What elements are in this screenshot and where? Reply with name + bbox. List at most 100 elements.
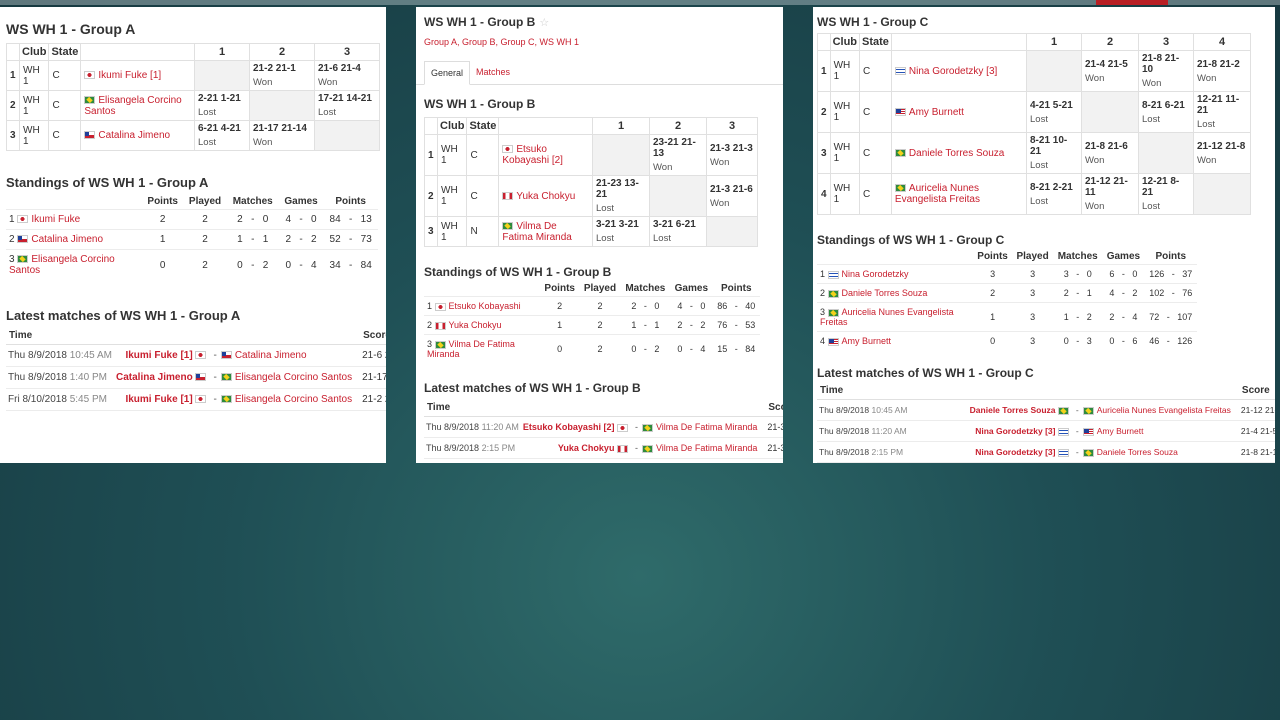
group-c-col-3: 3	[1138, 33, 1194, 51]
result-cell[interactable]: 8-21 10-21 Lost	[1026, 132, 1082, 174]
standing-played: 2	[579, 296, 621, 316]
winner-link[interactable]: Ikumi Fuke [1]	[125, 394, 192, 405]
result-cell[interactable]: 3-21 3-21 Lost	[592, 216, 650, 247]
opponent-link[interactable]: Elisangela Corcino Santos	[235, 372, 352, 383]
player-link[interactable]: Ikumi Fuke	[31, 214, 80, 225]
player-link[interactable]: Nina Gorodetzky [3]	[909, 66, 997, 77]
player-link[interactable]: Nina Gorodetzky	[842, 269, 909, 279]
result-cell[interactable]: 21-8 21-2 Won	[1193, 50, 1251, 92]
tab-general[interactable]: General	[424, 61, 471, 85]
group-a-st-played: Played	[188, 196, 222, 207]
match-row[interactable]: Thu 8/9/2018 2:15 PMAuricelia Nunes Evan…	[817, 462, 1275, 463]
player-link[interactable]: Amy Burnett	[842, 336, 892, 346]
flag-icon	[894, 66, 906, 75]
match-hour: 10:45 AM	[871, 405, 908, 415]
result-cell[interactable]: 6-21 4-21 Lost	[194, 120, 250, 151]
player-link[interactable]: Ikumi Fuke [1]	[98, 70, 161, 81]
player-link[interactable]: Etsuko Kobayashi	[449, 301, 521, 311]
result-cell[interactable]: 21-12 21-11 Won	[1081, 173, 1139, 215]
result-status: Won	[1085, 154, 1105, 166]
result-cell[interactable]: 23-21 21-13 Won	[649, 134, 707, 176]
result-cell[interactable]: 21-23 13-21 Lost	[592, 175, 650, 217]
flag-icon	[220, 395, 232, 404]
winner-link[interactable]: Ikumi Fuke [1]	[125, 350, 192, 361]
opponent-link[interactable]: Auricelia Nunes Evangelista Freitas	[1097, 405, 1231, 415]
match-row[interactable]: Thu 8/9/2018 11:20 AM Etsuko Kobayashi [2…	[424, 416, 783, 438]
result-score: 21-12 21-11	[1085, 176, 1128, 198]
row-number: 1	[6, 60, 20, 91]
player-link[interactable]: Daniele Torres Souza	[909, 148, 1004, 159]
result-cell[interactable]: 21-8 21-10 Won	[1138, 50, 1194, 92]
result-cell[interactable]: 21-4 21-5 Won	[1081, 50, 1139, 92]
result-score: 21-3 21-3	[710, 142, 753, 154]
player-link[interactable]: Elisangela Corcino Santos	[84, 95, 181, 117]
player-link[interactable]: Yuka Chokyu	[516, 191, 575, 202]
standing-played: 2	[579, 315, 621, 335]
opponent-link[interactable]: Catalina Jimeno	[235, 350, 307, 361]
result-cell[interactable]: 4-21 5-21 Lost	[1026, 91, 1082, 133]
star-icon[interactable]: ☆	[539, 16, 549, 29]
standing-games: 2 - 4	[1102, 302, 1145, 332]
player-link[interactable]: Amy Burnett	[909, 107, 964, 118]
player-link[interactable]: Yuka Chokyu	[449, 320, 502, 330]
standing-played: 2	[183, 249, 227, 280]
player-link[interactable]: Daniele Torres Souza	[842, 288, 928, 298]
result-cell[interactable]: 21-6 21-4 Won	[314, 60, 380, 91]
player-link[interactable]: Auricelia Nunes Evangelista Freitas	[895, 183, 980, 205]
match-row[interactable]: Thu 8/9/2018 11:20 AM Nina Gorodetzky [3]…	[817, 420, 1275, 442]
flag-icon	[1082, 427, 1094, 436]
player-link[interactable]: Auricelia Nunes Evangelista Freitas	[820, 307, 954, 327]
opponent-link[interactable]: Elisangela Corcino Santos	[235, 394, 352, 405]
winner-link[interactable]: Yuka Chokyu	[558, 443, 615, 453]
group-a-st-games: Games	[284, 196, 318, 207]
group-b-st-pts: Points	[720, 283, 752, 294]
group-b-standings-table: Points Played Matches Games Points 1 Ets…	[424, 281, 760, 363]
winner-link[interactable]: Catalina Jimeno	[116, 372, 193, 383]
result-cell[interactable]: 21-12 21-8 Won	[1193, 132, 1251, 174]
standing-pts: 126 - 37	[1144, 264, 1197, 284]
match-row[interactable]: Thu 8/9/2018 2:15 PM Yuka Chokyu - Vilma D…	[424, 437, 783, 459]
result-cell[interactable]: 17-21 14-21 Lost	[314, 90, 380, 121]
result-cell[interactable]: 12-21 11-21 Lost	[1193, 91, 1251, 133]
group-b-latest-table: Time Score Thu 8/9/2018 11:20 AM Etsuko K…	[424, 399, 783, 463]
result-status: Lost	[1197, 119, 1215, 130]
standing-matches: 0 - 2	[226, 249, 279, 280]
result-cell[interactable]: 21-8 21-6 Won	[1081, 132, 1139, 174]
flag-icon	[616, 444, 628, 453]
match-row[interactable]: Thu 8/9/2018 10:45 AM Ikumi Fuke [1] - Cat…	[6, 344, 386, 367]
flag-icon	[502, 145, 514, 154]
match-row[interactable]: Thu 8/9/2018 1:40 PM Catalina Jimeno - Eli…	[6, 366, 386, 389]
group-a-latest-title: Latest matches of WS WH 1 - Group A	[6, 308, 241, 323]
player-link[interactable]: Catalina Jimeno	[98, 130, 170, 141]
result-cell[interactable]: 12-21 8-21 Lost	[1138, 173, 1194, 215]
opponent-link[interactable]: Vilma De Fatima Miranda	[656, 422, 757, 432]
result-cell[interactable]: 21-3 21-6 Won	[706, 175, 758, 217]
result-cell[interactable]: 21-3 21-3 Won	[706, 134, 758, 176]
result-cell[interactable]: 21-17 21-14 Won	[249, 120, 315, 151]
winner-link[interactable]: Nina Gorodetzky [3]	[975, 426, 1055, 436]
group-a-col-2: 2	[249, 43, 315, 61]
self-cell	[314, 120, 380, 151]
match-hour: 2:15 PM	[871, 447, 904, 457]
opponent-link[interactable]: Amy Burnett	[1097, 426, 1144, 436]
match-row[interactable]: Fri 8/10/2018 5:45 PM Ikumi Fuke [1] - Eli…	[6, 388, 386, 411]
match-row[interactable]: Fri 8/10/2018 5:45 PMEtsuko Kobayashi [2…	[424, 458, 783, 463]
result-cell[interactable]: 21-2 21-1 Won	[249, 60, 315, 91]
winner-link[interactable]: Etsuko Kobayashi [2]	[523, 422, 615, 432]
opponent-link[interactable]: Daniele Torres Souza	[1097, 447, 1178, 457]
result-cell[interactable]: 8-21 6-21 Lost	[1138, 91, 1194, 133]
rank: 4	[820, 336, 826, 346]
tab-matches[interactable]: Matches	[470, 61, 516, 84]
result-cell[interactable]: 8-21 2-21 Lost	[1026, 173, 1082, 215]
winner-link[interactable]: Daniele Torres Souza	[970, 405, 1056, 415]
match-row[interactable]: Thu 8/9/2018 10:45 AM Daniele Torres Souz…	[817, 399, 1275, 421]
result-cell[interactable]: 3-21 6-21 Lost	[649, 216, 707, 247]
standing-played: 3	[1012, 302, 1054, 332]
match-row[interactable]: Thu 8/9/2018 2:15 PM Nina Gorodetzky [3] …	[817, 441, 1275, 463]
winner-link[interactable]: Nina Gorodetzky [3]	[975, 447, 1055, 457]
flag-icon	[1057, 448, 1069, 457]
opponent-link[interactable]: Vilma De Fatima Miranda	[656, 443, 757, 453]
player-link[interactable]: Catalina Jimeno	[31, 234, 103, 245]
group-b-breadcrumb[interactable]: Group A, Group B, Group C, WS WH 1	[424, 37, 775, 47]
result-cell[interactable]: 2-21 1-21 Lost	[194, 90, 250, 121]
